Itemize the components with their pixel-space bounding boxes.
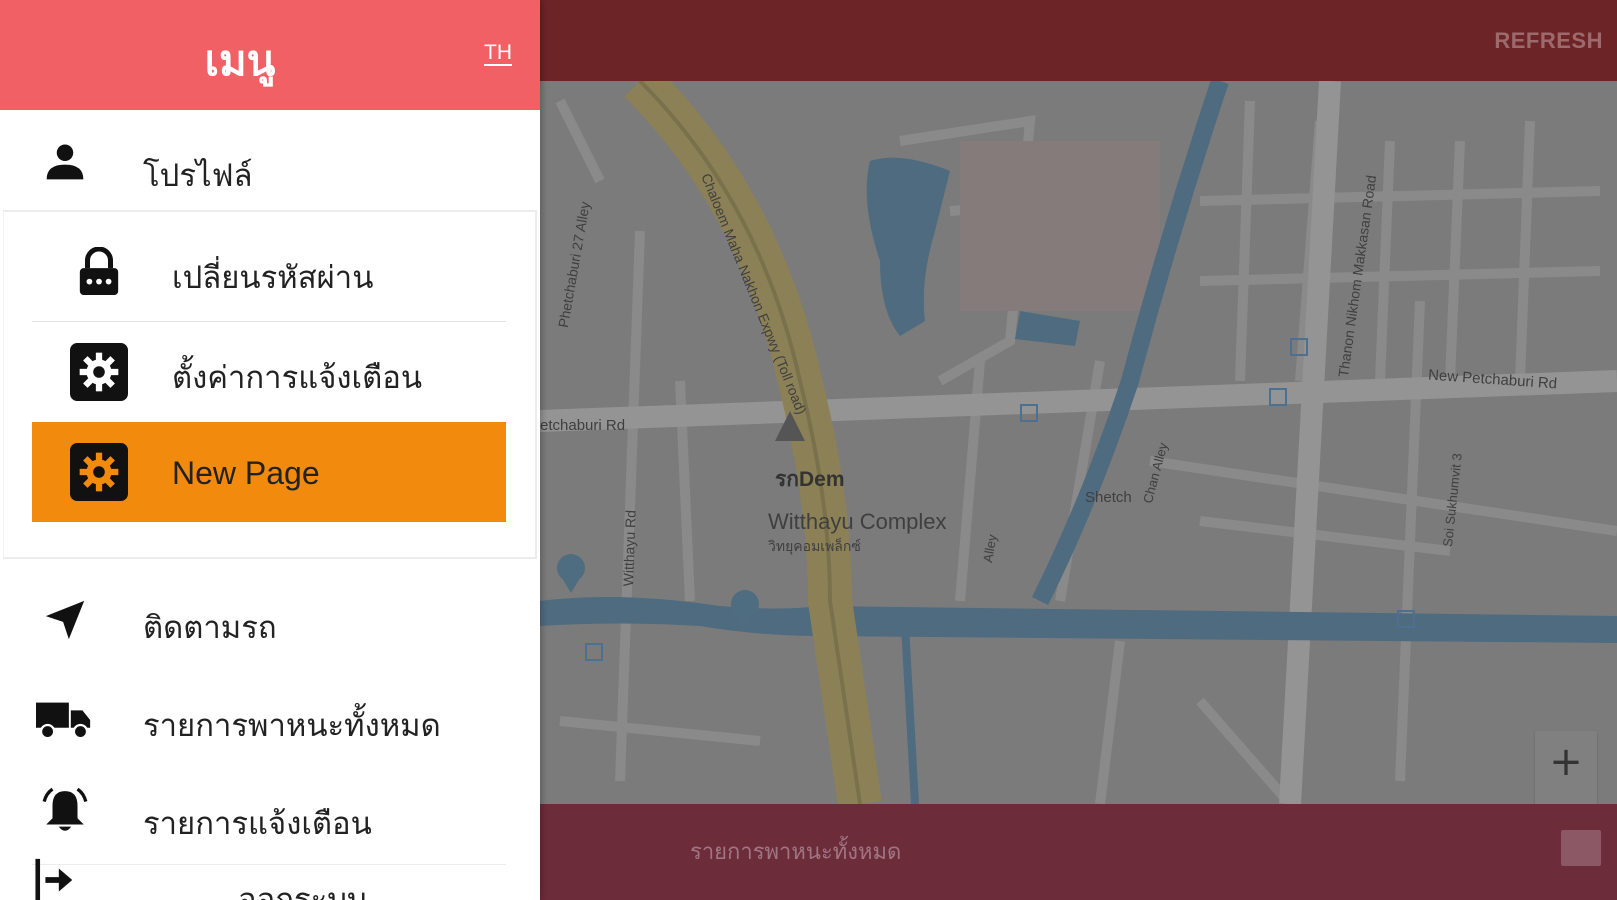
drawer-title: เมนู [204,36,276,85]
logout-icon [25,858,85,900]
menu-item-label: โปรไฟล์ [143,158,253,194]
calendar-icon[interactable] [1561,830,1601,866]
menu-item-label: ออกระบบ [238,882,367,900]
lock-icon [67,240,131,304]
menu-item-label: New Page [172,455,320,491]
navigation-drawer: เมนู TH โปรไฟล์ เปลี่ยนรหัสผ่าน ตั้งค่าก… [0,0,540,900]
map-road-label: Witthayu Rd [620,509,639,587]
menu-item-track-vehicle[interactable]: ติดตามรถ [0,570,540,668]
map-place-label: Witthayu Complex [768,509,947,534]
menu-item-all-vehicles[interactable]: รายการพาหนะทั้งหมด [0,670,540,768]
zoom-in-button[interactable]: + [1535,731,1597,793]
bell-icon [35,782,95,842]
map-place-label: วิทยุคอมเพล็กซ์ [768,538,861,554]
menu-item-notification-settings[interactable]: ตั้งค่าการแจ้งเตือน [32,322,506,422]
menu-item-label: เปลี่ยนรหัสผ่าน [172,260,374,296]
bottom-bar-label[interactable]: รายการพาหนะทั้งหมด [690,834,901,869]
menu-item-notifications[interactable]: รายการแจ้งเตือน [0,768,540,866]
navigation-arrow-icon [35,590,95,650]
language-button[interactable]: TH [484,42,512,66]
menu-item-new-page[interactable]: New Page [32,422,506,522]
refresh-button[interactable]: REFRESH [1494,28,1603,54]
drawer-header: เมนู TH [0,0,540,110]
person-icon [35,131,95,191]
menu-item-label: รายการแจ้งเตือน [143,806,372,842]
zoom-controls: + − [1535,731,1597,804]
menu-item-profile[interactable]: โปรไฟล์ [0,112,540,210]
gear-icon [67,340,131,404]
app-screen: REFRESH รกDem Witthayu Complex วิทยุคอมเ… [0,0,1617,900]
menu-item-label: รายการพาหนะทั้งหมด [143,708,441,744]
truck-icon [35,690,95,750]
menu-item-change-password[interactable]: เปลี่ยนรหัสผ่าน [32,222,506,322]
menu-item-label: ตั้งค่าการแจ้งเตือน [172,360,423,396]
map-road-label: etchaburi Rd [540,417,626,434]
gear-icon [67,440,131,504]
map-place-label: รกDem [775,468,845,491]
menu-item-logout[interactable]: ออกระบบ [0,858,540,900]
zoom-out-button[interactable]: − [1535,793,1597,804]
menu-item-label: ติดตามรถ [143,610,277,646]
map-road-label: Shetch [1085,489,1132,506]
